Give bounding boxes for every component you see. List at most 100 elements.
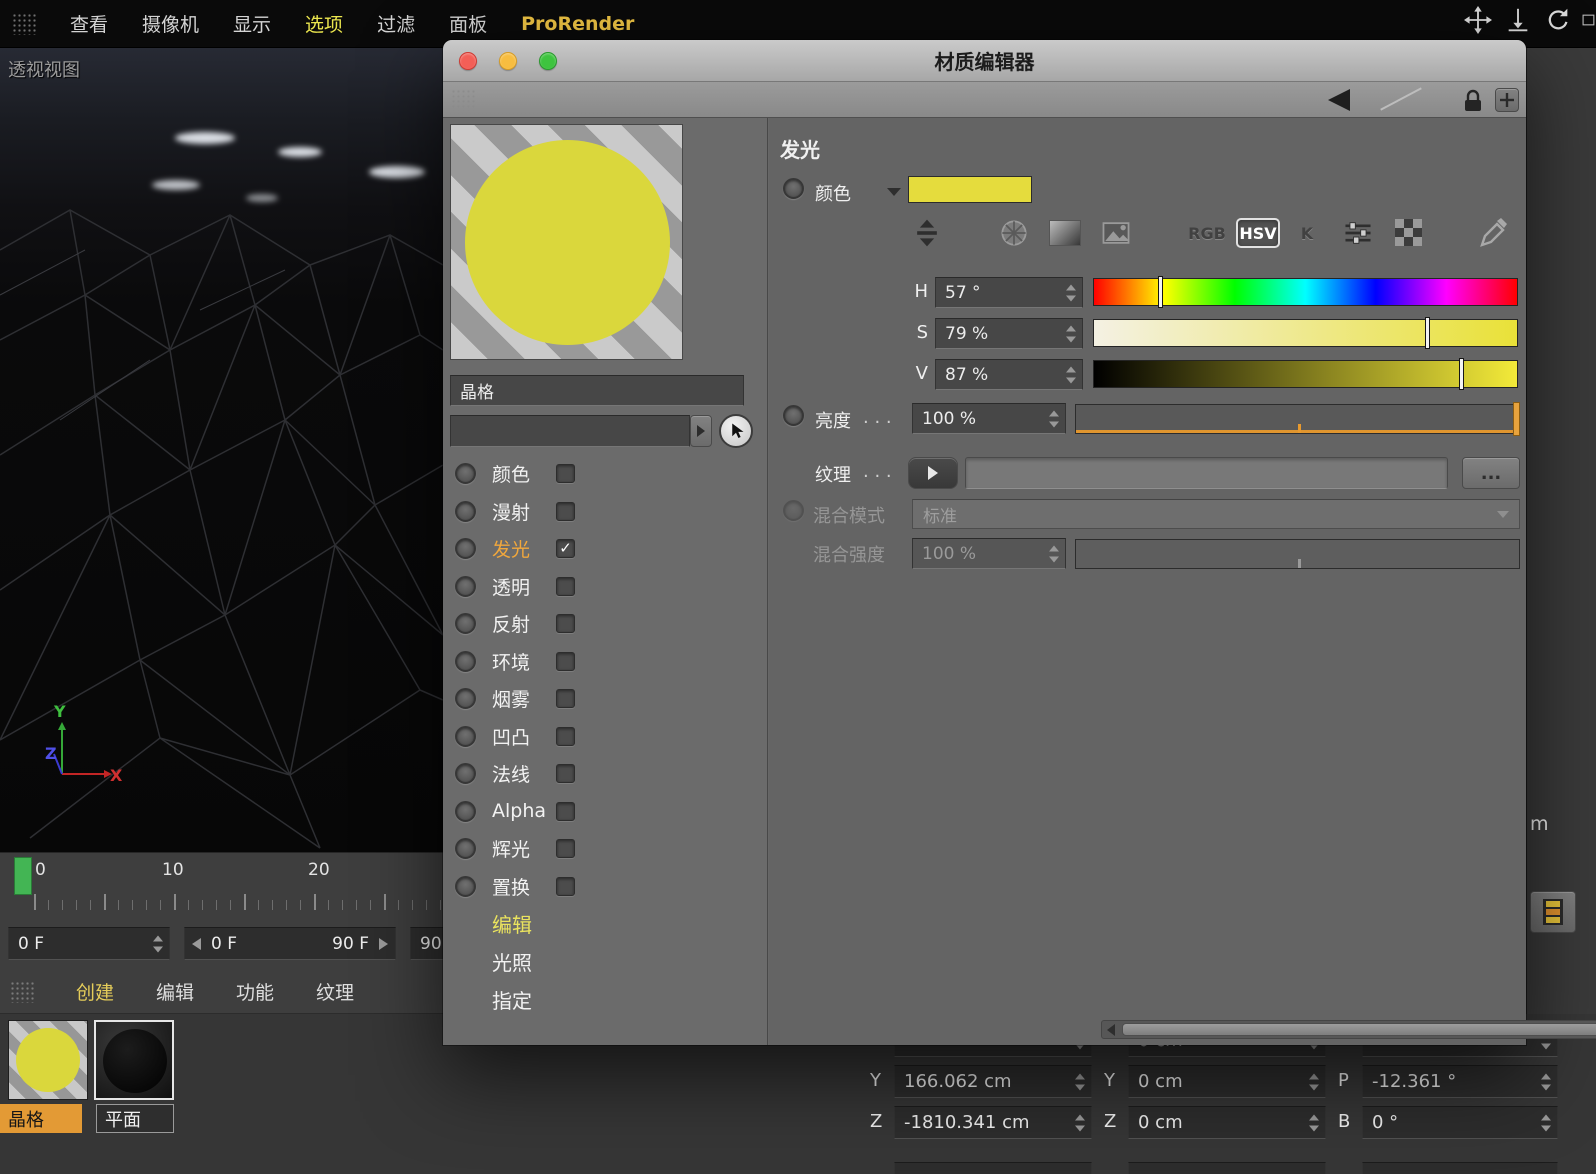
channel-row-diffuse[interactable]: 漫射 — [443, 493, 767, 531]
minimize-button[interactable] — [499, 52, 517, 70]
channel-row-transparency[interactable]: 透明 — [443, 568, 767, 606]
channel-radio[interactable] — [455, 875, 476, 897]
channel-row-bump[interactable]: 凹凸 — [443, 718, 767, 756]
menu-view[interactable]: 查看 — [70, 10, 108, 37]
checker-icon[interactable] — [1390, 214, 1428, 252]
scale-icon[interactable] — [1502, 4, 1534, 36]
channel-radio[interactable] — [455, 575, 476, 597]
texture-browse-button[interactable]: ... — [1462, 457, 1520, 489]
channel-radio[interactable] — [455, 463, 476, 485]
coord-field-clipped[interactable] — [894, 1162, 1092, 1174]
preview-combo-field[interactable] — [450, 415, 690, 447]
color-radio[interactable] — [783, 178, 804, 199]
viewport-label[interactable]: 透视视图 — [8, 56, 80, 82]
stepper[interactable] — [1048, 410, 1060, 427]
channel-checkbox[interactable]: ✓ — [556, 539, 575, 559]
action-edit[interactable]: 编辑 — [492, 906, 532, 940]
channel-checkbox[interactable] — [556, 839, 575, 859]
channel-checkbox[interactable] — [556, 576, 575, 596]
menu-function[interactable]: 功能 — [236, 978, 274, 1005]
channel-label[interactable]: 烟雾 — [492, 685, 556, 712]
menu-prorender[interactable]: ProRender — [521, 13, 634, 35]
sliders-icon[interactable] — [1339, 214, 1377, 252]
combo-expand-button[interactable] — [690, 415, 712, 447]
channel-checkbox[interactable] — [556, 726, 575, 746]
hue-field[interactable]: 57 ° — [935, 277, 1083, 308]
material-manager-icon-button[interactable] — [1530, 891, 1576, 933]
channel-radio[interactable] — [455, 500, 476, 522]
texture-expand-button[interactable] — [908, 457, 958, 489]
channel-radio[interactable] — [455, 538, 476, 560]
back-arrow-icon[interactable] — [1328, 89, 1350, 111]
channel-checkbox[interactable] — [556, 464, 575, 484]
channel-checkbox[interactable] — [556, 651, 575, 671]
coord-field-z1[interactable]: -1810.341 cm — [894, 1106, 1092, 1139]
channel-label[interactable]: Alpha — [492, 800, 556, 822]
stepper[interactable] — [1308, 1073, 1320, 1090]
channel-row-normal[interactable]: 法线 — [443, 755, 767, 793]
stepper[interactable] — [1540, 1114, 1552, 1131]
channel-label[interactable]: 透明 — [492, 573, 556, 600]
range-right-arrow-icon[interactable] — [379, 938, 388, 950]
channel-row-color[interactable]: 颜色 — [443, 455, 767, 493]
menu-display[interactable]: 显示 — [233, 10, 271, 37]
coord-field-clipped[interactable] — [1128, 1162, 1326, 1174]
timeline-playhead[interactable] — [14, 857, 32, 895]
forward-arrow-icon[interactable] — [1380, 87, 1422, 111]
channel-checkbox[interactable] — [556, 764, 575, 784]
channel-label[interactable]: 发光 — [492, 535, 556, 562]
menu-edit[interactable]: 编辑 — [156, 978, 194, 1005]
value-slider-handle[interactable] — [1459, 358, 1464, 390]
menu-create[interactable]: 创建 — [76, 978, 114, 1005]
menu-texture[interactable]: 纹理 — [316, 978, 354, 1005]
lock-icon[interactable] — [1458, 86, 1488, 116]
coord-field-y2[interactable]: 0 cm — [1128, 1065, 1326, 1098]
menu-options[interactable]: 选项 — [305, 10, 343, 37]
texture-path-field[interactable] — [965, 457, 1448, 489]
stepper[interactable] — [1308, 1114, 1320, 1131]
channel-radio[interactable] — [455, 838, 476, 860]
coord-field-z2[interactable]: 0 cm — [1128, 1106, 1326, 1139]
menu-panel[interactable]: 面板 — [449, 10, 487, 37]
channel-radio[interactable] — [455, 688, 476, 710]
stepper[interactable] — [1065, 366, 1077, 383]
channel-row-displacement[interactable]: 置换 — [443, 868, 767, 906]
action-assign[interactable]: 指定 — [492, 982, 532, 1016]
brightness-radio[interactable] — [783, 405, 804, 426]
channel-row-environment[interactable]: 环境 — [443, 643, 767, 681]
channel-label[interactable]: 漫射 — [492, 498, 556, 525]
brightness-slider[interactable] — [1075, 402, 1520, 436]
menu-camera[interactable]: 摄像机 — [142, 10, 199, 37]
channel-checkbox[interactable] — [556, 614, 575, 634]
material-name-lattice[interactable]: 晶格 — [0, 1104, 82, 1133]
channel-label[interactable]: 环境 — [492, 648, 556, 675]
brightness-field[interactable]: 100 % — [912, 403, 1066, 434]
channel-row-alpha[interactable]: Alpha — [443, 793, 767, 831]
saturation-slider-handle[interactable] — [1425, 317, 1431, 349]
window-titlebar[interactable]: 材质编辑器 — [443, 40, 1526, 82]
current-frame-field[interactable]: 0 F — [8, 927, 170, 960]
hue-slider-handle[interactable] — [1157, 276, 1163, 308]
channel-label[interactable]: 凹凸 — [492, 723, 556, 750]
channel-label[interactable]: 辉光 — [492, 835, 556, 862]
channel-checkbox[interactable] — [556, 689, 575, 709]
channel-checkbox[interactable] — [556, 801, 575, 821]
add-icon[interactable] — [1495, 88, 1519, 112]
current-frame-stepper[interactable] — [152, 935, 164, 952]
scroll-left-icon[interactable] — [1107, 1023, 1115, 1036]
clipped-toolbar-icon[interactable] — [1582, 4, 1596, 36]
color-expand-arrow-icon[interactable] — [887, 188, 901, 196]
saturation-slider[interactable] — [1093, 317, 1518, 349]
kelvin-mode-button[interactable]: K — [1288, 218, 1326, 248]
channel-label[interactable]: 置换 — [492, 873, 556, 900]
stepper[interactable] — [1065, 284, 1077, 301]
pick-cursor-button[interactable] — [719, 414, 753, 448]
gradient-icon[interactable] — [1046, 214, 1084, 252]
channel-checkbox[interactable] — [556, 876, 575, 896]
menubar-grip-icon[interactable] — [12, 12, 36, 35]
channel-radio[interactable] — [455, 613, 476, 635]
value-field[interactable]: 87 % — [935, 359, 1083, 390]
channel-label[interactable]: 反射 — [492, 610, 556, 637]
channel-label[interactable]: 法线 — [492, 760, 556, 787]
material-preview[interactable] — [450, 124, 683, 360]
